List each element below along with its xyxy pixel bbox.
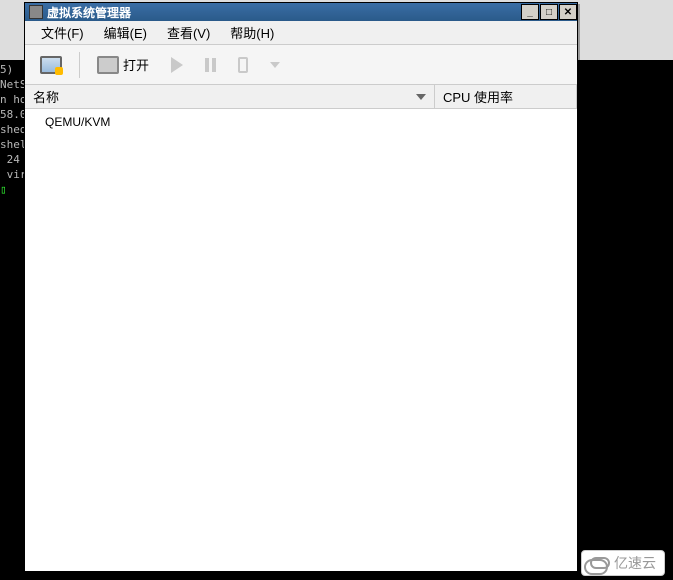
menu-view[interactable]: 查看(V) — [157, 21, 220, 44]
column-cpu[interactable]: CPU 使用率 — [435, 85, 577, 108]
toolbar-separator — [79, 52, 80, 78]
list-item-label: QEMU/KVM — [45, 115, 110, 129]
titlebar[interactable]: 虚拟系统管理器 _ □ ✕ — [25, 3, 577, 21]
minimize-button[interactable]: _ — [521, 4, 539, 20]
menu-help[interactable]: 帮助(H) — [220, 21, 284, 44]
pause-icon — [205, 58, 216, 72]
virt-manager-window: 虚拟系统管理器 _ □ ✕ 文件(F) 编辑(E) 查看(V) 帮助(H) 打开 — [24, 2, 578, 572]
chevron-down-icon — [270, 62, 280, 68]
run-button[interactable] — [162, 52, 192, 78]
window-title: 虚拟系统管理器 — [47, 4, 520, 21]
shutdown-dropdown-button[interactable] — [261, 57, 289, 73]
app-icon — [29, 5, 43, 19]
menu-file[interactable]: 文件(F) — [31, 21, 94, 44]
new-vm-button[interactable] — [31, 51, 71, 79]
close-button[interactable]: ✕ — [559, 4, 577, 20]
open-button-label: 打开 — [123, 55, 149, 74]
monitor-new-icon — [40, 56, 62, 74]
shutdown-icon — [238, 57, 248, 73]
play-icon — [171, 57, 183, 73]
shutdown-button[interactable] — [229, 52, 257, 78]
columns-header: 名称 CPU 使用率 — [25, 85, 577, 109]
maximize-button[interactable]: □ — [540, 4, 558, 20]
sort-descending-icon — [416, 94, 426, 100]
pause-button[interactable] — [196, 53, 225, 77]
toolbar: 打开 — [25, 45, 577, 85]
column-cpu-label: CPU 使用率 — [443, 87, 513, 106]
connection-list[interactable]: QEMU/KVM — [25, 109, 577, 571]
watermark-text: 亿速云 — [614, 553, 656, 573]
open-button[interactable]: 打开 — [88, 50, 158, 79]
menu-edit[interactable]: 编辑(E) — [94, 21, 157, 44]
list-item[interactable]: QEMU/KVM — [25, 109, 577, 135]
watermark: 亿速云 — [581, 550, 665, 576]
menubar: 文件(F) 编辑(E) 查看(V) 帮助(H) — [25, 21, 577, 45]
column-name-label: 名称 — [33, 87, 59, 106]
watermark-logo-icon — [590, 557, 610, 569]
column-name[interactable]: 名称 — [25, 85, 435, 108]
monitor-icon — [97, 56, 119, 74]
